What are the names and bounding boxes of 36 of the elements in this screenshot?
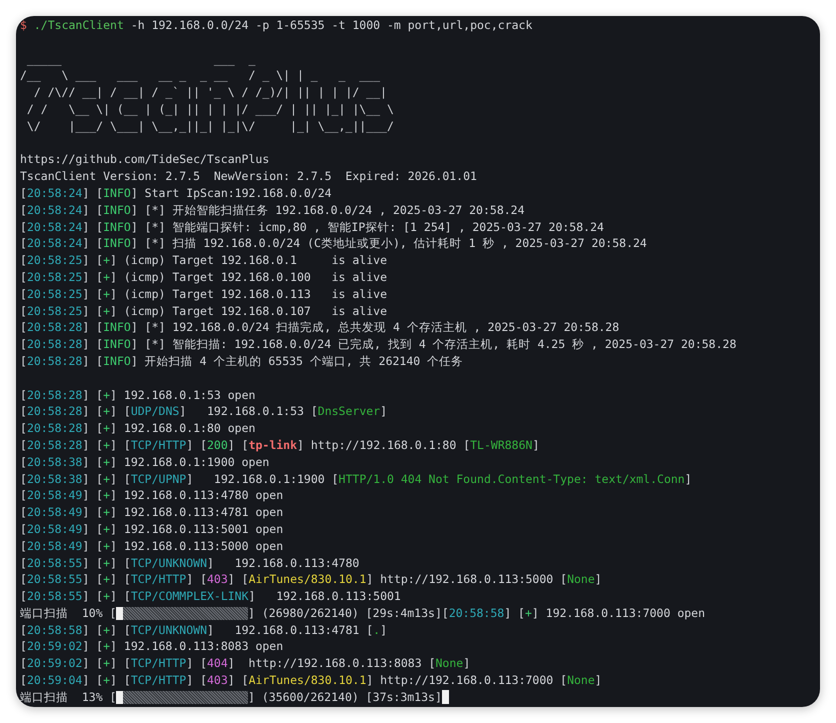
terminal-text: 端口扫描 10% [ — [20, 604, 116, 622]
terminal-line: [20:58:28] [INFO] [*] 192.168.0.0/24 扫描完成, 总共发现 4 个存活主机 , 2025-03-27 20:58.28 — [20, 319, 620, 336]
terminal-line: https://github.com/TideSec/TscanPlus — [20, 151, 270, 168]
terminal-line: [20:59:02] [+] 192.168.0.113:8083 open — [20, 638, 284, 656]
terminal-line: [20:58:24] [INFO] [*] 智能端口探针: icmp,80 , 智能IP探针: [1 254] , 2025-03-27 20:58.24 — [20, 218, 605, 236]
terminal-line: [20:58:28] [+] 192.168.0.1:53 open — [20, 386, 256, 404]
terminal-line: [20:58:38] [+] 192.168.0.1:1900 open — [20, 454, 270, 471]
terminal-line: [20:58:55] [+] [TCP/UNKNOWN] 192.168.0.113:4780 — [20, 554, 360, 572]
terminal-line: [20:58:24] [INFO] [*] 开始智能扫描任务 192.168.0.0/24 , 2025-03-27 20:58.24 — [20, 202, 526, 219]
terminal-line: [20:58:25] [+] (icmp) Target 192.168.0.113 is alive — [20, 286, 388, 303]
terminal-line: [20:58:49] [+] 192.168.0.113:4780 open — [20, 487, 284, 504]
terminal-line: TscanClient Version: 2.7.5 NewVersion: 2.7.5 Expired: 2026.01.01 — [20, 168, 478, 185]
terminal-line: [20:58:28] [+] [UDP/DNS] 192.168.0.1:53 [DnsServer] — [20, 403, 388, 420]
terminal-line: [20:58:25] [+] (icmp) Target 192.168.0.107 is alive — [20, 302, 388, 320]
terminal-line: [20:58:28] [INFO] [*] 智能扫描: 192.168.0.0/24 已完成, 找到 4 个存活主机, 耗时 4.25 秒 , 2025-03-27 20:58.28 — [20, 336, 738, 353]
terminal-line: [20:58:49] [+] 192.168.0.113:5001 open — [20, 520, 284, 538]
terminal-text: 端口扫描 13% [ — [20, 688, 116, 706]
terminal-line: [20:58:28] [INFO] 开始扫描 4 个主机的 65535 个端口, 共 262140 个任务 — [20, 352, 464, 370]
terminal-line: [20:59:02] [+] [TCP/HTTP] [404] http://192.168.0.113:8083 [None] — [20, 655, 472, 672]
terminal-line: [20:58:28] [+] 192.168.0.1:80 open — [20, 420, 256, 437]
terminal-line: [20:58:55] [+] [TCP/HTTP] [403] [AirTunes/830.10.1] http://192.168.0.113:5000 [None] — [20, 571, 603, 588]
terminal-line: [20:58:49] [+] 192.168.0.113:4781 open — [20, 504, 284, 521]
terminal-line: [20:58:24] [INFO] Start IpScan:192.168.0.0/24 — [20, 184, 333, 202]
terminal-line: [20:58:38] [+] [TCP/UPNP] 192.168.0.1:1900 [HTTP/1.0 404 Not Found.Content-Type: text/xml.Conn] — [20, 470, 693, 488]
terminal-text: ] (26980/262140) [29s:4m13s][20:58:58] [+] 192.168.0.113:7000 open — [248, 604, 706, 622]
terminal-line: [20:58:49] [+] 192.168.0.113:5000 open — [20, 538, 284, 554]
terminal-line: [20:58:55] [+] [TCP/COMMPLEX-LINK] 192.168.0.113:5001 — [20, 588, 402, 605]
ascii-art-text: _____ ___ _ /__ \ ___ ___ __ _ _ __ / _ \| | _ _ ___ / /\// __| / __| / _` || '_ \ / /_)/| || | | |/ __| / / \__ \| (__ | (_| || | | |/ ___/ | || |_| |\__ \ \/ |___/ \___| \__,_||_| |_|\/ |_| \__,_||___/ — [20, 50, 395, 135]
terminal-line: [20:58:58] [+] [TCP/UNKNOWN] 192.168.0.113:4781 [.] — [20, 622, 388, 638]
terminal-text: ] (35600/262140) [37s:3m13s] — [248, 688, 442, 706]
terminal-line: [20:58:25] [+] (icmp) Target 192.168.0.100 is alive — [20, 268, 388, 286]
terminal-line: [20:59:04] [+] [TCP/HTTP] [403] [AirTunes/830.10.1] http://192.168.0.113:7000 [None] — [20, 672, 603, 689]
terminal-line: [20:58:24] [INFO] [*] 扫描 192.168.0.0/24 (C类地址或更小), 估计耗时 1 秒 , 2025-03-27 20:58.24 — [20, 235, 648, 252]
terminal-line: [20:58:28] [+] [TCP/HTTP] [200] [tp-link] http://192.168.0.1:80 [TL-WR886N] — [20, 436, 540, 454]
command-line: $ ./TscanClient -h 192.168.0.0/24 -p 1-65535 -t 1000 -m port,url,poc,crack — [20, 17, 534, 34]
terminal-line: [20:58:25] [+] (icmp) Target 192.168.0.1 is alive — [20, 252, 388, 269]
